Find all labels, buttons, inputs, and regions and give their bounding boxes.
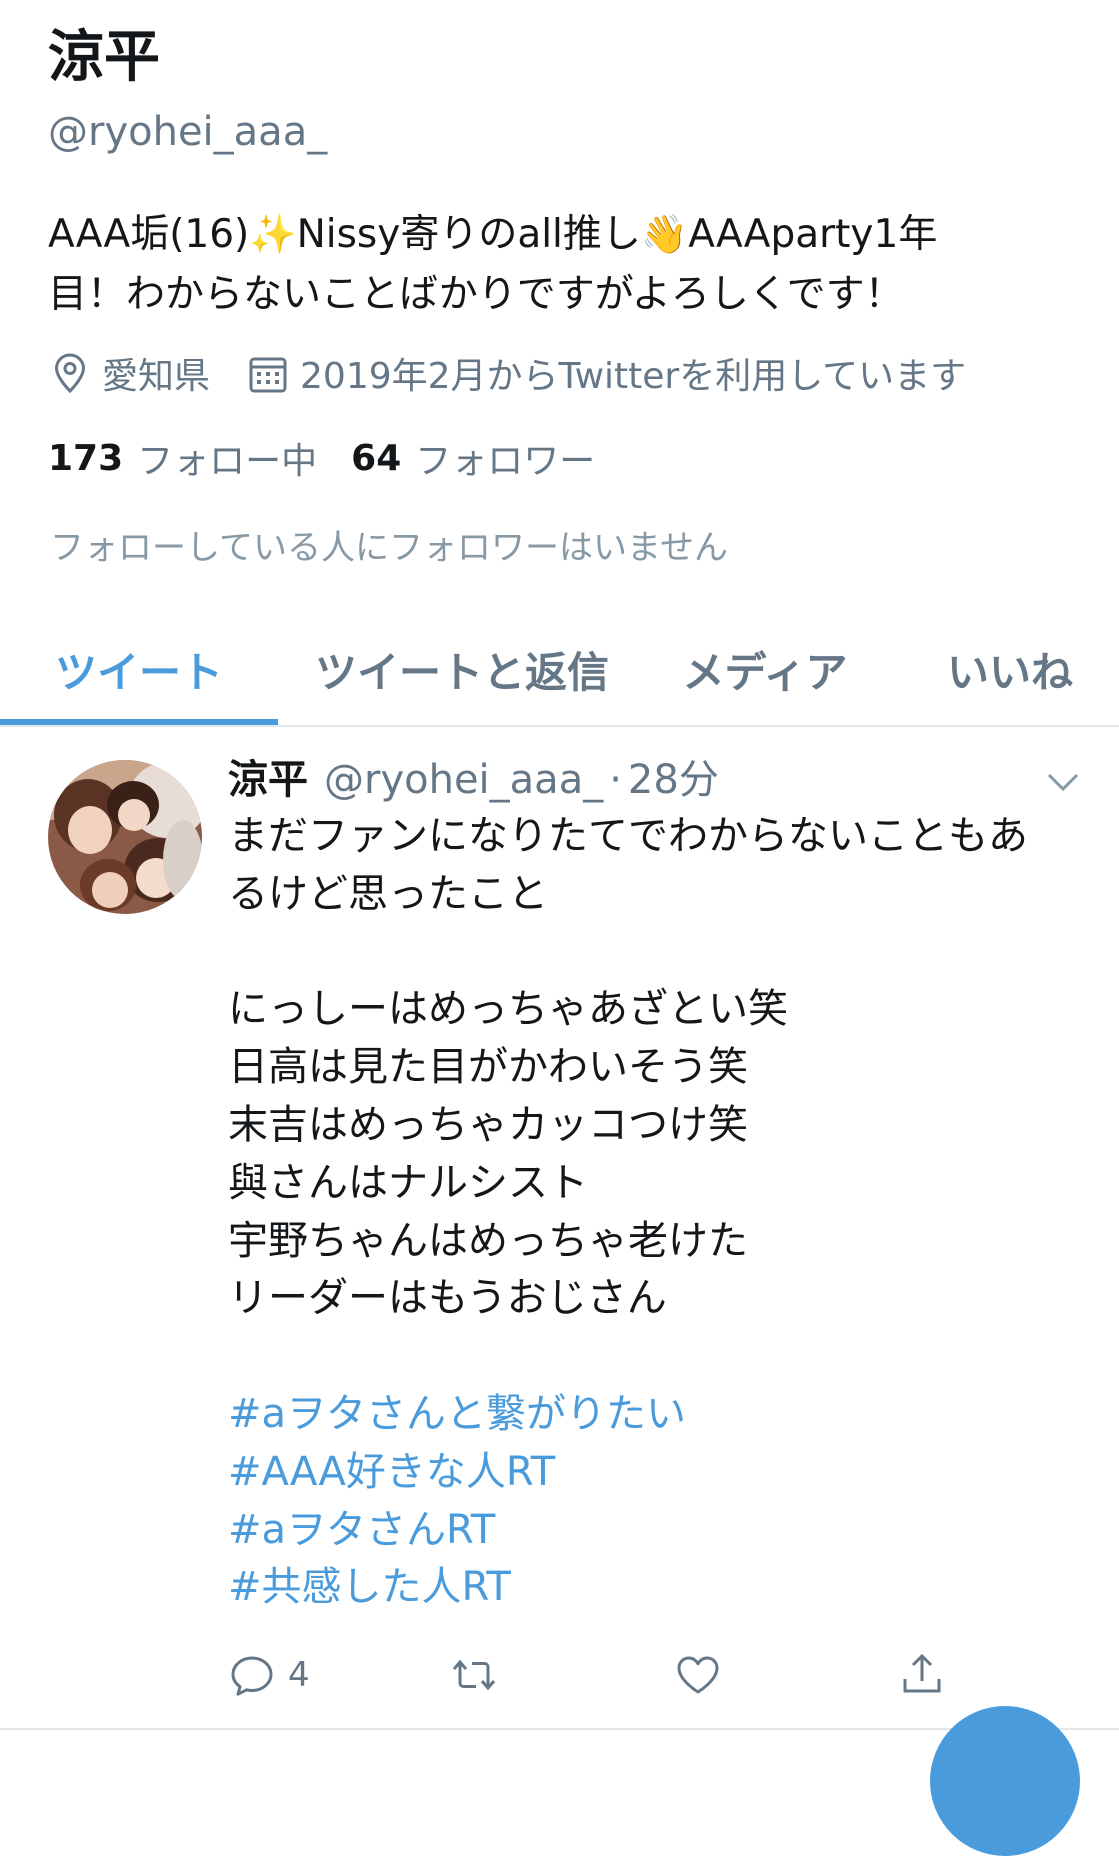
waving-hand-emoji: 👋 [640, 212, 689, 256]
tweet-line: 末吉はめっちゃカッコつけ笑 [228, 1101, 748, 1148]
retweet-button[interactable] [450, 1645, 498, 1705]
tweet-author-name[interactable]: 涼平 [228, 752, 308, 808]
bio-text-line2: 目！わからないことばかりですがよろしくです！ [48, 272, 904, 317]
tab-tweets-and-replies[interactable]: ツイートと返信 [292, 615, 632, 723]
following-count[interactable]: 173 [48, 438, 123, 479]
share-icon [898, 1651, 946, 1699]
joined-text: 2019年2月からTwitterを利用しています [300, 356, 967, 397]
profile-joined: 2019年2月からTwitterを利用しています [248, 347, 966, 399]
following-label[interactable]: フォロー中 [137, 432, 317, 484]
tweet-header: 涼平 @ryohei_aaa_ · 28分 [228, 752, 719, 808]
reply-count: 4 [288, 1655, 310, 1695]
tweet-time: 28分 [627, 757, 719, 803]
retweet-icon [450, 1651, 498, 1699]
tweet-line [228, 924, 1088, 982]
share-button[interactable] [898, 1645, 946, 1705]
profile-handle: @ryohei_aaa_ [48, 109, 328, 155]
location-pin-icon [50, 351, 90, 395]
followed-by-note: フォローしている人にフォロワーはいません [50, 528, 728, 568]
reply-icon [228, 1651, 276, 1699]
hashtag-link[interactable]: #aヲタさんと繋がりたい [228, 1386, 1088, 1444]
tweet-separator: · [609, 757, 622, 803]
sparkles-emoji: ✨ [249, 212, 297, 256]
followers-label[interactable]: フォロワー [415, 432, 595, 484]
tweet-actions: 4 [228, 1645, 1088, 1705]
profile-stats: 173 フォロー中 64 フォロワー [48, 430, 629, 486]
profile-bio: AAA垢(16)✨Nissy寄りのall推し👋AAAparty1年 目！わからな… [48, 204, 1078, 325]
calendar-icon [248, 351, 288, 395]
tweet-line: にっしーはめっちゃあざとい笑 [228, 986, 788, 1033]
reply-button[interactable]: 4 [228, 1645, 310, 1705]
tweet-text: まだファンになりたてでわからないこともあ るけど思ったこと にっしーはめっちゃあ… [228, 808, 1088, 1617]
tweet-line: リーダーはもうおじさん [228, 1275, 667, 1322]
profile-tabs: ツイート ツイートと返信 メディア いいね [0, 615, 1119, 727]
like-button[interactable] [674, 1645, 722, 1705]
tweet-line: 與さんはナルシスト [228, 1159, 588, 1206]
location-text: 愛知県 [102, 356, 211, 397]
tab-likes[interactable]: いいね [930, 615, 1090, 723]
bio-text-3: AAAparty1年 [688, 212, 938, 257]
hashtag-link[interactable]: #共感した人RT [228, 1559, 1088, 1617]
profile-meta: 愛知県 2019年2月からTwitterを利用しています [50, 345, 1004, 401]
followers-count[interactable]: 64 [351, 438, 401, 479]
tweet-author-handle[interactable]: @ryohei_aaa_ [324, 752, 603, 808]
tab-tweets[interactable]: ツイート [0, 615, 278, 725]
heart-icon [674, 1651, 722, 1699]
bio-text-1: AAA垢(16) [48, 212, 250, 257]
tab-media[interactable]: メディア [660, 615, 870, 723]
profile-name: 涼平 [48, 25, 160, 90]
tweet-line: 日高は見た目がかわいそう笑 [228, 1044, 748, 1091]
chevron-down-icon[interactable] [1046, 770, 1080, 794]
bio-text-2: Nissy寄りのall推し [296, 212, 641, 257]
tweet-line: 宇野ちゃんはめっちゃ老けた [228, 1217, 748, 1264]
profile-location: 愛知県 [50, 347, 210, 399]
avatar[interactable] [48, 760, 202, 914]
hashtag-link[interactable]: #AAA好きな人RT [228, 1444, 1088, 1502]
tweet-line [228, 1328, 1088, 1386]
hashtag-link[interactable]: #aヲタさんRT [228, 1502, 1088, 1560]
tweet-line: まだファンになりたてでわからないこともあ [228, 813, 1028, 859]
tweet-line: るけど思ったこと [228, 870, 548, 917]
compose-tweet-button[interactable] [930, 1706, 1080, 1856]
